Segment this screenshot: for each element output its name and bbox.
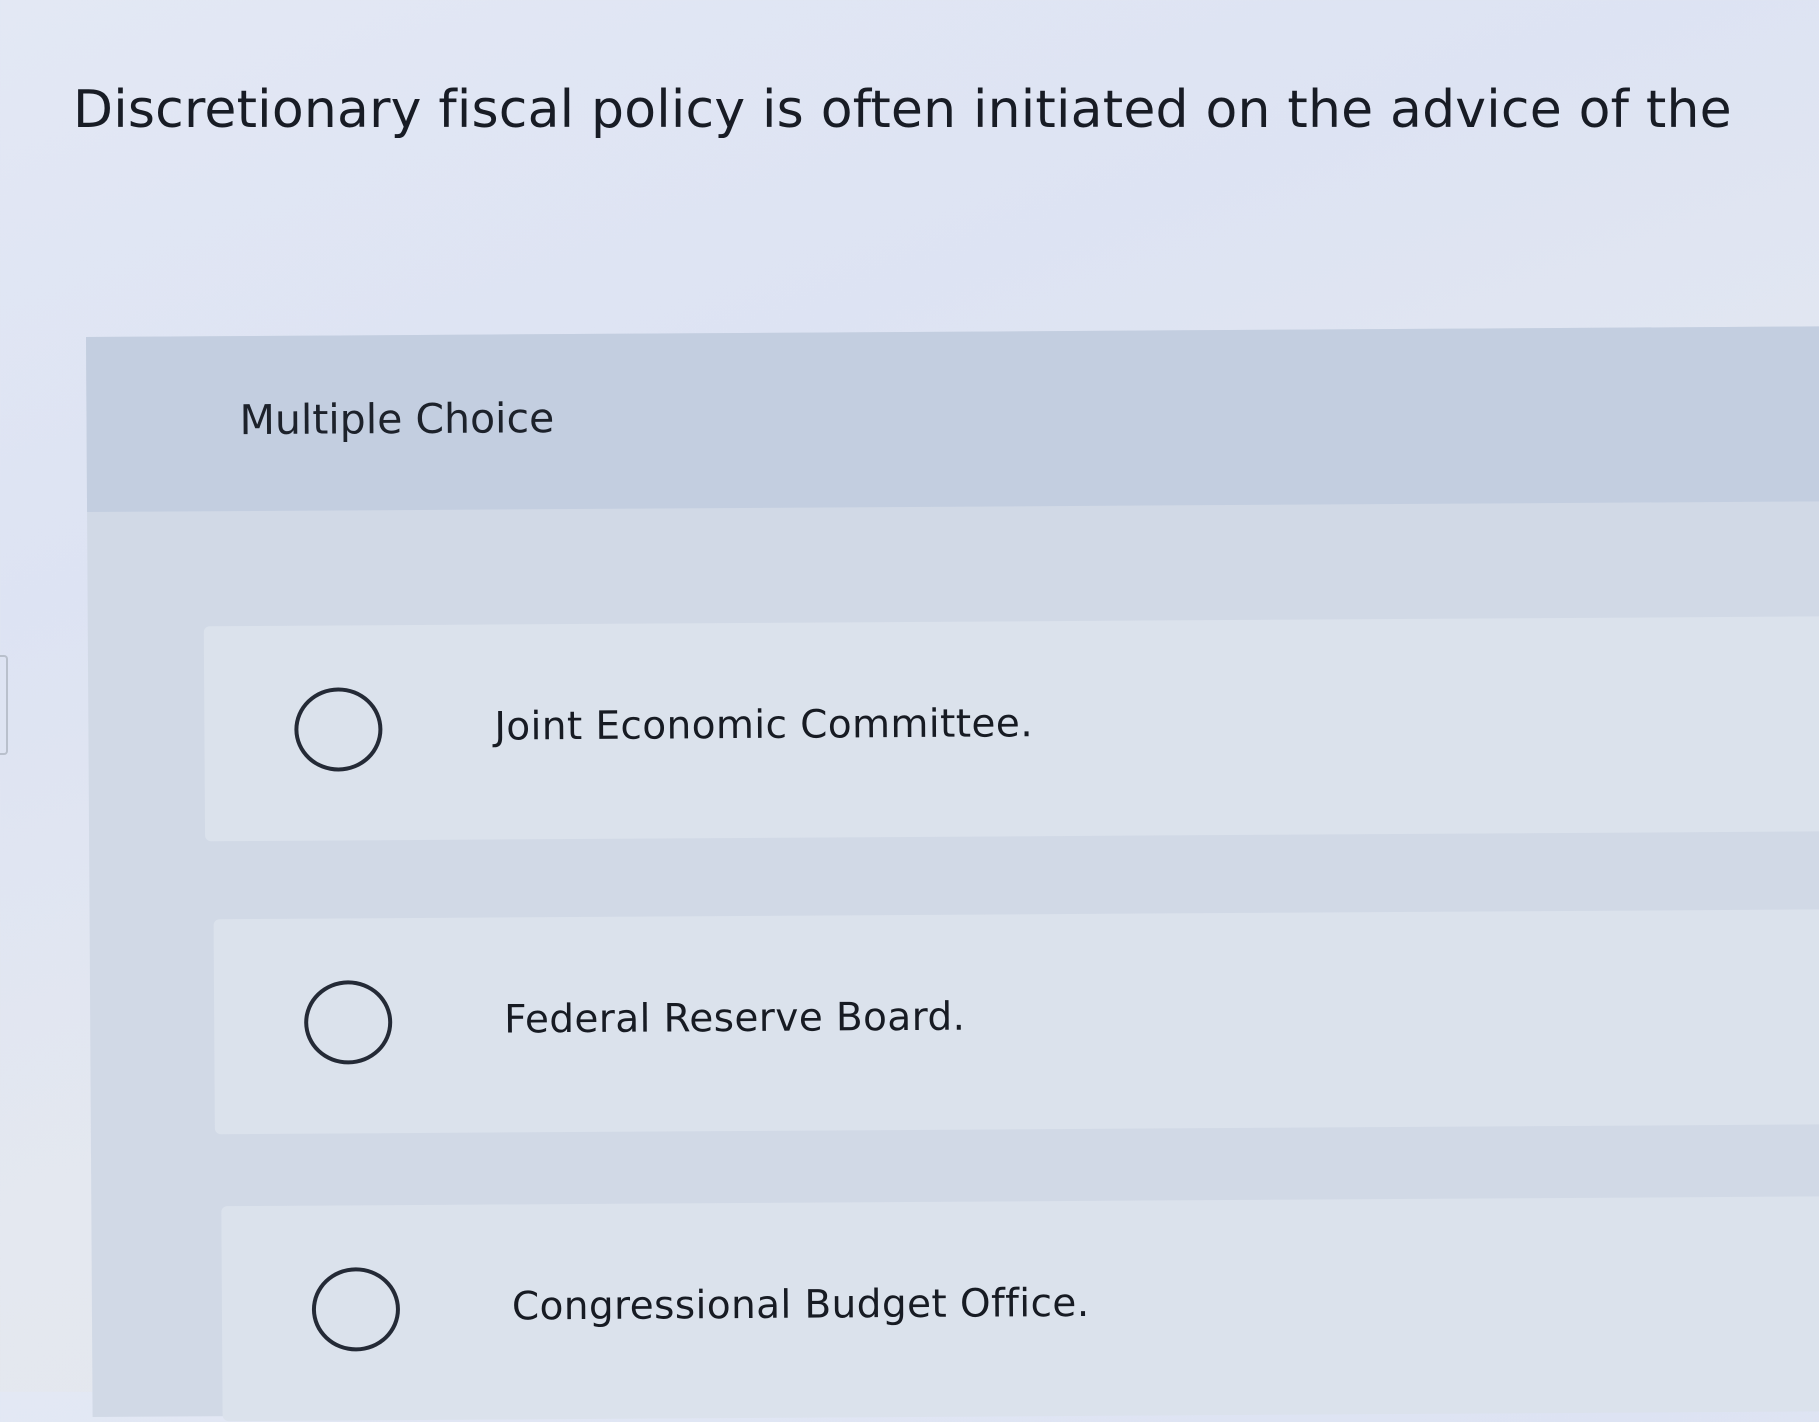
radio-button-icon[interactable] — [294, 687, 383, 772]
answer-panel: Multiple Choice Joint Economic Committee… — [86, 326, 1819, 1422]
panel-header: Multiple Choice — [86, 326, 1819, 512]
radio-button-icon[interactable] — [311, 1267, 401, 1352]
answer-option[interactable]: Federal Reserve Board. — [213, 908, 1819, 1135]
answer-option[interactable]: Joint Economic Committee. — [203, 616, 1819, 842]
question-text: Discretionary fiscal policy is often ini… — [73, 80, 1732, 140]
left-edge-handle — [0, 655, 8, 755]
question-type-label: Multiple Choice — [239, 394, 555, 445]
answer-option-label[interactable]: Congressional Budget Office. — [512, 1281, 1090, 1330]
answer-option-label[interactable]: Federal Reserve Board. — [504, 995, 965, 1043]
radio-button-icon[interactable] — [303, 980, 393, 1065]
answer-option[interactable]: Congressional Budget Office. — [221, 1195, 1819, 1422]
answer-option-label[interactable]: Joint Economic Committee. — [494, 701, 1033, 749]
